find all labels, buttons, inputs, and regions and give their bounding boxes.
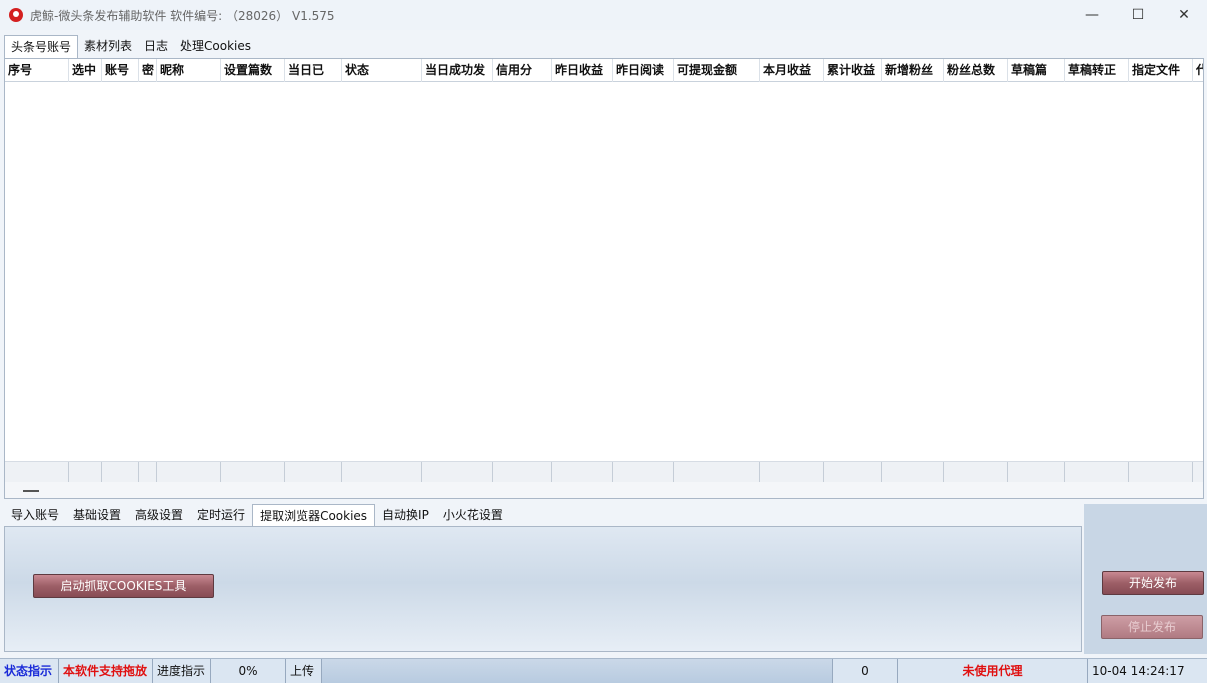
main-tabs: 头条号账号 素材列表 日志 处理Cookies	[4, 35, 257, 58]
close-button[interactable]: ✕	[1161, 0, 1207, 30]
footer-cell	[552, 462, 613, 483]
column-header[interactable]: 本月收益	[760, 59, 824, 82]
tab-cookies[interactable]: 处理Cookies	[174, 35, 257, 58]
column-header[interactable]: 昨日阅读	[613, 59, 674, 82]
window-title: 虎鲸-微头条发布辅助软件 软件编号: （28026） V1.575	[30, 8, 335, 23]
tab-auto-change-ip[interactable]: 自动换IP	[375, 504, 436, 526]
column-header[interactable]: 状态	[342, 59, 422, 82]
column-header[interactable]: 当日成功发	[422, 59, 493, 82]
status-bar: 状态指示 本软件支持拖放 进度指示 0% 上传 0 未使用代理 10-04 14…	[0, 658, 1207, 683]
footer-cell	[1193, 462, 1203, 483]
tab-import-accounts[interactable]: 导入账号	[4, 504, 66, 526]
column-header[interactable]: 账号	[102, 59, 139, 82]
column-header[interactable]: 累计收益	[824, 59, 882, 82]
tab-log[interactable]: 日志	[138, 35, 174, 58]
footer-cell	[882, 462, 944, 483]
title-bar: 虎鲸-微头条发布辅助软件 软件编号: （28026） V1.575 — ☐ ✕	[0, 0, 1207, 30]
tab-scheduled-run[interactable]: 定时运行	[190, 504, 252, 526]
footer-cell	[493, 462, 552, 483]
upload-count: 0	[833, 659, 898, 683]
status-indicator: 状态指示	[0, 659, 59, 683]
column-header[interactable]: 昵称	[157, 59, 221, 82]
minimize-button[interactable]: —	[1069, 0, 1115, 30]
tab-advanced-settings[interactable]: 高级设置	[128, 504, 190, 526]
accounts-table[interactable]: 序号 选中 账号 密 昵称 设置篇数 当日已 状态 当日成功发 信用分 昨日收益…	[4, 58, 1204, 499]
table-footer-row	[5, 461, 1203, 483]
proxy-status: 未使用代理	[898, 659, 1088, 683]
start-publish-button[interactable]: 开始发布	[1102, 571, 1204, 595]
action-panel: 开始发布 停止发布	[1084, 504, 1207, 654]
footer-cell	[1065, 462, 1129, 483]
column-header[interactable]: 指定文件	[1129, 59, 1193, 82]
scrollbar-thumb[interactable]	[23, 490, 39, 492]
column-header[interactable]: 信用分	[493, 59, 552, 82]
horizontal-scrollbar[interactable]	[5, 482, 1203, 498]
tab-extract-browser-cookies[interactable]: 提取浏览器Cookies	[252, 504, 376, 526]
footer-cell	[157, 462, 221, 483]
column-header[interactable]: 可提现金额	[674, 59, 760, 82]
footer-cell	[613, 462, 674, 483]
footer-cell	[285, 462, 342, 483]
footer-cell	[944, 462, 1008, 483]
footer-cell	[5, 462, 69, 483]
column-header[interactable]: 当日已	[285, 59, 342, 82]
column-header[interactable]: 选中	[69, 59, 102, 82]
window-controls: — ☐ ✕	[1069, 0, 1207, 30]
upload-label: 上传	[286, 659, 322, 683]
footer-cell	[139, 462, 157, 483]
tab-accounts[interactable]: 头条号账号	[4, 35, 79, 58]
settings-tabs: 导入账号 基础设置 高级设置 定时运行 提取浏览器Cookies 自动换IP 小…	[4, 504, 510, 526]
progress-value: 0%	[211, 659, 286, 683]
column-header[interactable]: 代	[1193, 59, 1203, 82]
column-header[interactable]: 设置篇数	[221, 59, 285, 82]
progress-bar	[322, 659, 833, 683]
progress-label: 进度指示	[153, 659, 211, 683]
launch-cookies-tool-button[interactable]: 启动抓取COOKIES工具	[33, 574, 214, 598]
footer-cell	[1129, 462, 1193, 483]
footer-cell	[342, 462, 422, 483]
column-header[interactable]: 草稿篇	[1008, 59, 1065, 82]
footer-cell	[824, 462, 882, 483]
column-header[interactable]: 序号	[5, 59, 69, 82]
footer-cell	[69, 462, 102, 483]
column-header[interactable]: 密	[139, 59, 157, 82]
stop-publish-button[interactable]: 停止发布	[1101, 615, 1203, 639]
column-header[interactable]: 草稿转正	[1065, 59, 1129, 82]
column-header[interactable]: 昨日收益	[552, 59, 613, 82]
app-logo-icon	[9, 8, 23, 22]
tab-basic-settings[interactable]: 基础设置	[66, 504, 128, 526]
drag-drop-notice: 本软件支持拖放	[59, 659, 153, 683]
tab-spark-settings[interactable]: 小火花设置	[436, 504, 510, 526]
footer-cell	[422, 462, 493, 483]
tab-materials[interactable]: 素材列表	[78, 35, 138, 58]
table-header: 序号 选中 账号 密 昵称 设置篇数 当日已 状态 当日成功发 信用分 昨日收益…	[5, 59, 1203, 82]
cookies-panel: 启动抓取COOKIES工具	[4, 526, 1082, 652]
footer-cell	[102, 462, 139, 483]
footer-cell	[1008, 462, 1065, 483]
footer-cell	[221, 462, 285, 483]
maximize-button[interactable]: ☐	[1115, 0, 1161, 30]
column-header[interactable]: 新增粉丝	[882, 59, 944, 82]
footer-cell	[760, 462, 824, 483]
footer-cell	[674, 462, 760, 483]
column-header[interactable]: 粉丝总数	[944, 59, 1008, 82]
clock: 10-04 14:24:17	[1092, 664, 1185, 678]
